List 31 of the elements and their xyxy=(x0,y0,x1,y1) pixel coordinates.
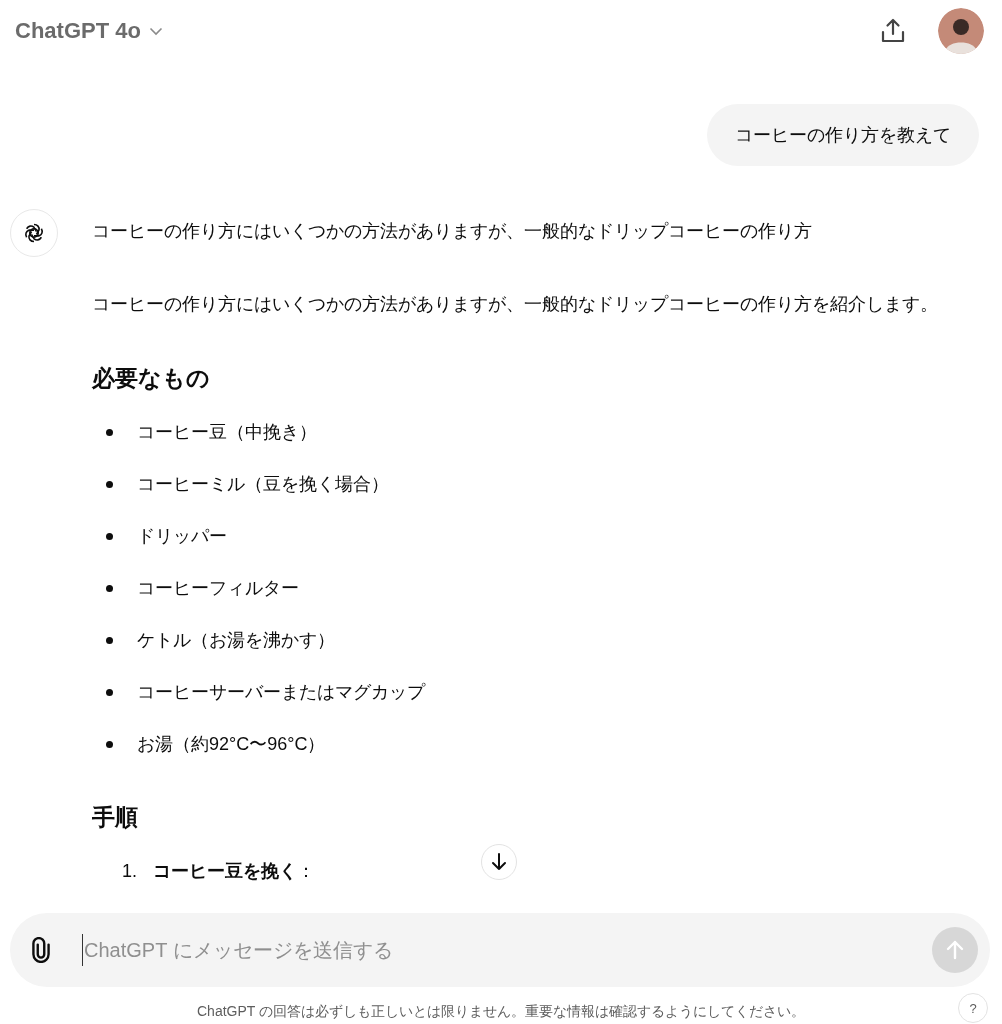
list-item: コーヒーフィルター xyxy=(137,577,299,600)
arrow-up-icon xyxy=(944,939,966,961)
section-heading: 必要なもの xyxy=(92,364,211,393)
bullet-icon xyxy=(106,740,113,748)
bullet-icon xyxy=(106,428,113,436)
message-composer[interactable]: ChatGPT にメッセージを送信する xyxy=(10,913,990,987)
list-item: コーヒーサーバーまたはマグカップ xyxy=(137,681,425,704)
list-item: コーヒー豆を挽く： xyxy=(153,860,315,883)
help-button[interactable]: ? xyxy=(958,993,988,1023)
chevron-icon xyxy=(148,26,163,36)
message-input[interactable]: ChatGPT にメッセージを送信する xyxy=(82,934,932,966)
model-selector[interactable]: ChatGPT 4o xyxy=(15,18,163,44)
disclaimer-text: ChatGPT の回答は必ずしも正しいとは限りません。重要な情報は確認するようにしてください。 xyxy=(197,1002,805,1021)
list-item: コーヒーミル（豆を挽く場合） xyxy=(137,473,389,496)
list-number: 1. xyxy=(121,860,137,883)
message-paragraph: コーヒーの作り方にはいくつかの方法がありますが、一般的なドリップコーヒーの作り方 xyxy=(92,220,813,243)
bullet-icon xyxy=(106,636,113,644)
section-heading: 手順 xyxy=(92,803,139,832)
list-item: コーヒー豆（中挽き） xyxy=(137,421,317,444)
arrow-down-icon xyxy=(490,852,508,872)
bullet-icon xyxy=(106,688,113,696)
user-message: コーヒーの作り方を教えて xyxy=(707,104,979,166)
scroll-down-button[interactable] xyxy=(481,844,517,880)
message-paragraph: コーヒーの作り方にはいくつかの方法がありますが、一般的なドリップコーヒーの作り方を紹介します。 xyxy=(92,293,938,316)
list-item: ドリッパー xyxy=(137,525,227,548)
bullet-icon xyxy=(106,584,113,592)
bullet-icon xyxy=(106,480,113,488)
list-item: お湯（約92°C〜96°C） xyxy=(137,733,326,756)
avatar-icon[interactable] xyxy=(938,8,984,54)
list-item: ケトル（お湯を沸かす） xyxy=(137,629,335,652)
bullet-icon xyxy=(106,532,113,540)
